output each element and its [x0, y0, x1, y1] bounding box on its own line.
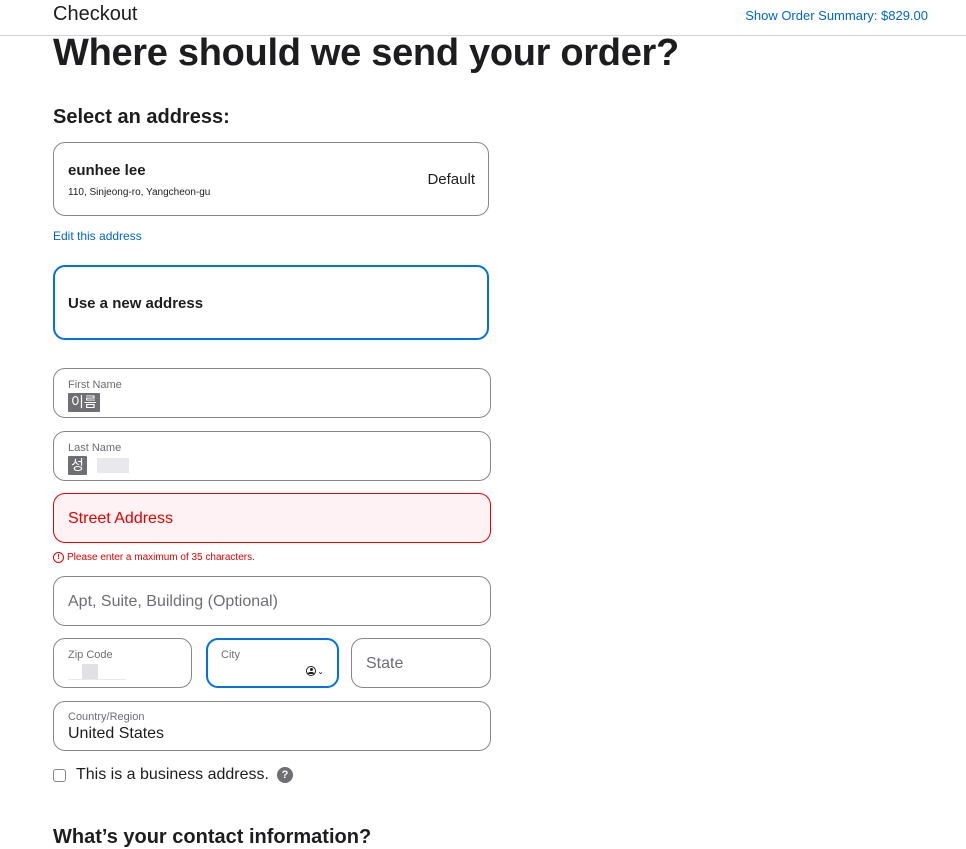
first-name-composition: 이름	[68, 393, 100, 412]
country-value: United States	[68, 725, 165, 742]
city-field[interactable]: City ⌄	[206, 638, 339, 688]
street-address-placeholder: Street Address	[68, 510, 173, 527]
redacted-zip	[68, 664, 126, 680]
state-field[interactable]: State	[351, 638, 491, 688]
state-placeholder: State	[366, 655, 404, 672]
city-label: City	[221, 649, 240, 661]
new-address-option[interactable]: Use a new address	[53, 265, 489, 340]
chevron-down-icon: ⌄	[317, 666, 324, 676]
error-circle-icon: !	[53, 552, 64, 563]
country-label: Country/Region	[68, 711, 145, 723]
street-error-message: ! Please enter a maximum of 35 character…	[53, 552, 255, 563]
street-error-text: Please enter a maximum of 35 characters.	[67, 552, 255, 563]
apt-field[interactable]: Apt, Suite, Building (Optional)	[53, 576, 491, 626]
default-badge: Default	[427, 171, 475, 188]
saved-address-card[interactable]: eunhee lee 110, Sinjeong-ro, Yangcheon-g…	[53, 142, 489, 216]
last-name-label: Last Name	[68, 442, 122, 454]
question-icon[interactable]: ?	[276, 767, 293, 783]
saved-address-name: eunhee lee	[68, 162, 146, 179]
first-name-field[interactable]: First Name 이름	[53, 368, 491, 418]
last-name-composition: 성	[68, 456, 87, 475]
apt-placeholder: Apt, Suite, Building (Optional)	[68, 593, 278, 610]
zip-code-label: Zip Code	[68, 649, 113, 661]
first-name-label: First Name	[68, 379, 122, 391]
edit-address-link[interactable]: Edit this address	[53, 229, 142, 243]
country-select[interactable]: Country/Region United States	[53, 701, 491, 751]
street-address-field[interactable]: Street Address	[53, 493, 491, 543]
last-name-value: 성	[68, 456, 129, 475]
first-name-value: 이름	[68, 393, 100, 412]
checkout-title: Checkout	[53, 3, 138, 25]
business-address-row: This is a business address. ?	[53, 766, 293, 784]
business-address-label[interactable]: This is a business address.	[76, 766, 269, 784]
person-autofill-icon	[306, 666, 317, 676]
last-name-field[interactable]: Last Name 성	[53, 431, 491, 481]
saved-address-line: 110, Sinjeong-ro, Yangcheon-gu	[68, 187, 211, 198]
select-address-heading: Select an address:	[53, 106, 230, 128]
redacted-text	[96, 458, 129, 474]
contact-heading: What’s your contact information?	[53, 826, 372, 848]
zip-code-field[interactable]: Zip Code	[53, 638, 192, 688]
page-title: Where should we send your order?	[53, 32, 679, 74]
order-summary-link[interactable]: Show Order Summary: $829.00	[745, 8, 928, 23]
checkout-header: Checkout Show Order Summary: $829.00	[0, 0, 966, 36]
new-address-label: Use a new address	[68, 295, 204, 312]
business-address-checkbox[interactable]	[53, 768, 66, 782]
autofill-button[interactable]: ⌄	[306, 666, 324, 676]
